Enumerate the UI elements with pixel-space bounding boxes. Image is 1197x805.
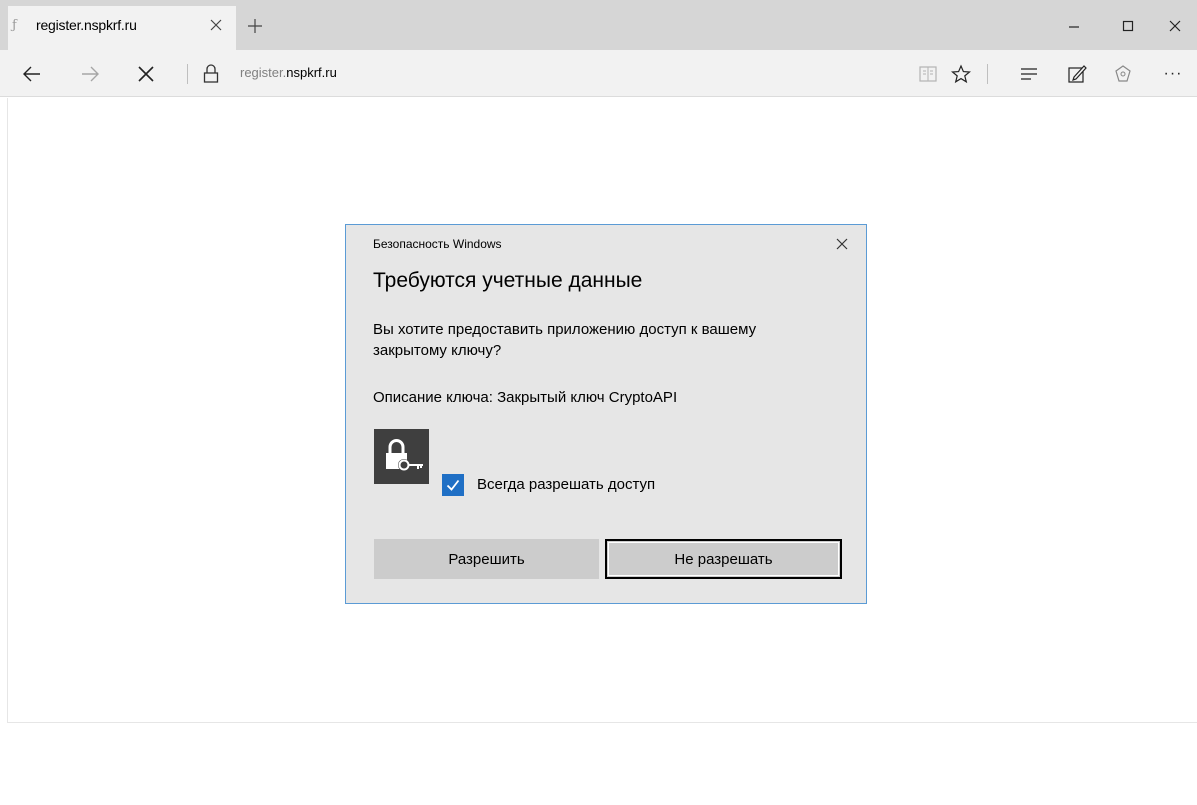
key-description: Описание ключа: Закрытый ключ CryptoAPI bbox=[373, 389, 678, 406]
browser-tab[interactable]: ƒ register.nspkrf.ru bbox=[8, 6, 236, 50]
address-separator bbox=[187, 64, 188, 84]
always-allow-checkbox[interactable] bbox=[442, 474, 464, 496]
url-domain: nspkrf.ru bbox=[286, 65, 337, 80]
dialog-heading: Требуются учетные данные bbox=[373, 269, 643, 292]
page-bottom-edge bbox=[7, 722, 1197, 723]
page-left-edge bbox=[7, 98, 8, 723]
address-bar: register.nspkrf.ru ··· bbox=[0, 50, 1197, 97]
dialog-caption: Безопасность Windows bbox=[373, 237, 502, 251]
tab-close-icon[interactable] bbox=[208, 17, 224, 33]
star-icon[interactable] bbox=[948, 61, 974, 87]
dialog-message: Вы хотите предоставить приложению доступ… bbox=[373, 321, 757, 359]
maximize-icon[interactable] bbox=[1106, 13, 1150, 39]
lock-key-icon bbox=[374, 429, 429, 484]
pen-icon[interactable] bbox=[1064, 61, 1090, 87]
windows-security-dialog: Безопасность Windows Требуются учетные д… bbox=[345, 224, 867, 604]
allow-button[interactable]: Разрешить bbox=[374, 539, 599, 579]
deny-button[interactable]: Не разрешать bbox=[605, 539, 842, 579]
share-icon[interactable] bbox=[1110, 61, 1136, 87]
favicon-icon: ƒ bbox=[12, 18, 17, 33]
arrow-left-icon[interactable] bbox=[18, 60, 46, 88]
stop-loading-icon[interactable] bbox=[132, 60, 160, 88]
toolbar-separator bbox=[987, 64, 988, 84]
more-icon[interactable]: ··· bbox=[1160, 61, 1186, 87]
hub-icon[interactable] bbox=[1016, 61, 1042, 87]
book-icon[interactable] bbox=[915, 61, 941, 87]
tab-title: register.nspkrf.ru bbox=[36, 17, 137, 33]
window-close-icon[interactable] bbox=[1153, 13, 1197, 39]
arrow-right-icon[interactable] bbox=[76, 60, 104, 88]
dialog-close-icon[interactable] bbox=[834, 236, 850, 252]
new-tab-icon[interactable] bbox=[246, 17, 264, 35]
url-prefix: register. bbox=[240, 65, 287, 80]
always-allow-label[interactable]: Всегда разрешать доступ bbox=[477, 476, 655, 493]
tab-strip: ƒ register.nspkrf.ru bbox=[0, 0, 1197, 50]
url-field[interactable]: register.nspkrf.ru bbox=[240, 65, 337, 80]
minimize-icon[interactable] bbox=[1052, 13, 1096, 39]
lock-icon[interactable] bbox=[202, 63, 220, 85]
